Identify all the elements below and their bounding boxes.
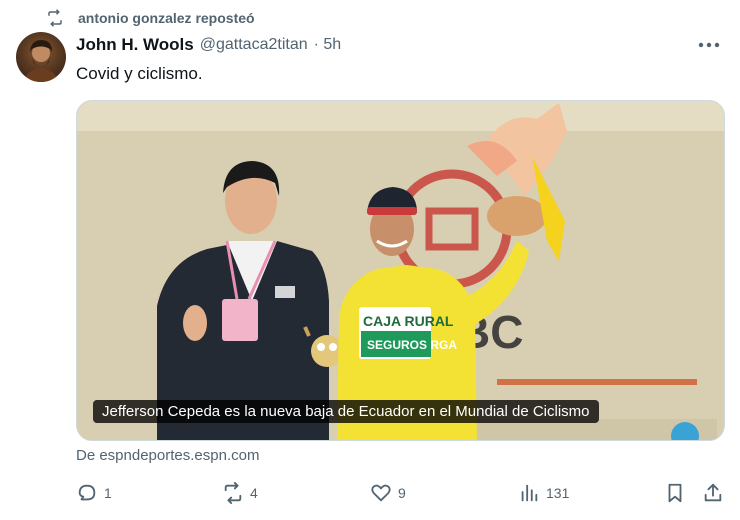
heart-icon xyxy=(371,484,391,502)
bookmark-icon xyxy=(668,483,682,503)
views-icon xyxy=(521,484,538,502)
share-icon xyxy=(704,483,722,502)
reply-icon xyxy=(78,484,96,501)
views-button[interactable]: 131 xyxy=(518,480,569,506)
jersey-text-top: CAJA RURAL xyxy=(363,313,454,329)
tweet-text: Covid y ciclismo. xyxy=(76,64,203,83)
media-caption: Jefferson Cepeda es la nueva baja de Ecu… xyxy=(93,400,599,423)
repost-action-icon xyxy=(224,482,242,504)
link-source[interactable]: De espndeportes.espn.com xyxy=(76,447,259,464)
article-photo: BC CAJA RURAL SEGUROS RGA xyxy=(77,101,724,440)
author-name[interactable]: John H. Wools xyxy=(76,35,194,55)
avatar[interactable] xyxy=(16,32,66,82)
repost-indicator: antonio gonzalez reposteó xyxy=(46,8,255,28)
author-handle[interactable]: @gattaca2titan xyxy=(200,36,308,54)
repost-count: 4 xyxy=(250,485,258,501)
share-button[interactable] xyxy=(702,480,724,506)
bookmark-button[interactable] xyxy=(664,480,686,506)
tweet-actions: 1 4 9 131 xyxy=(76,480,726,506)
repost-label[interactable]: antonio gonzalez reposteó xyxy=(78,10,255,26)
like-button[interactable]: 9 xyxy=(370,480,406,506)
media-card[interactable]: BC CAJA RURAL SEGUROS RGA Jefferson Cepe… xyxy=(76,100,725,441)
more-options-button[interactable] xyxy=(696,36,722,54)
more-icon xyxy=(698,42,720,48)
reply-button[interactable]: 1 xyxy=(76,480,112,506)
tweet-time[interactable]: · 5h xyxy=(314,36,342,54)
like-count: 9 xyxy=(398,485,406,501)
jersey-text-bottom: SEGUROS RGA xyxy=(367,338,457,352)
views-count: 131 xyxy=(546,485,570,501)
tweet-header: John H. Wools @gattaca2titan · 5h xyxy=(76,34,720,56)
reply-count: 1 xyxy=(104,485,112,501)
repost-icon xyxy=(48,9,62,27)
repost-button[interactable]: 4 xyxy=(222,480,258,506)
